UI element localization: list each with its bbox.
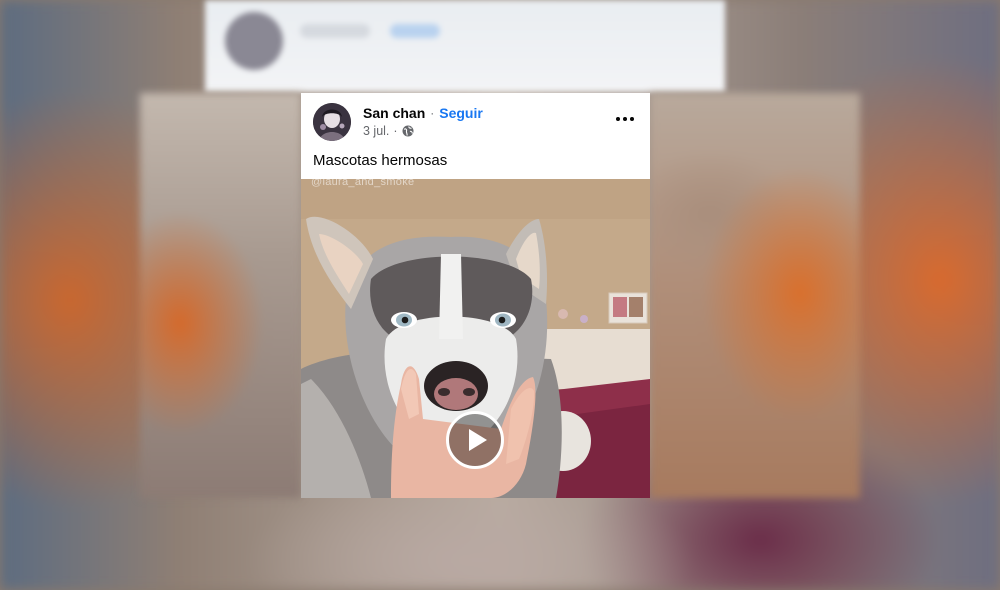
- more-options-icon[interactable]: [614, 111, 636, 127]
- post-card: San chan · Seguir 3 jul. · Mascotas herm…: [301, 93, 650, 498]
- video-watermark: @laura_and_smoke: [311, 179, 415, 188]
- follow-button[interactable]: Seguir: [439, 105, 483, 121]
- blurred-side-left: [140, 93, 301, 498]
- blurred-top-card: [205, 0, 725, 92]
- post-meta: 3 jul. ·: [363, 124, 414, 138]
- blurred-side-right: [650, 93, 860, 498]
- play-button[interactable]: [446, 411, 504, 469]
- author-name[interactable]: San chan: [363, 105, 425, 121]
- avatar[interactable]: [313, 103, 351, 141]
- post-date[interactable]: 3 jul.: [363, 124, 389, 138]
- meta-separator: ·: [393, 124, 398, 138]
- play-icon: [468, 429, 487, 451]
- separator-dot: ·: [430, 106, 435, 120]
- post-caption: Mascotas hermosas: [313, 152, 448, 169]
- video-player[interactable]: @laura_and_smoke: [301, 179, 650, 498]
- post-header: San chan · Seguir 3 jul. ·: [301, 93, 650, 145]
- author-row: San chan · Seguir: [363, 105, 483, 121]
- globe-icon: [402, 125, 414, 137]
